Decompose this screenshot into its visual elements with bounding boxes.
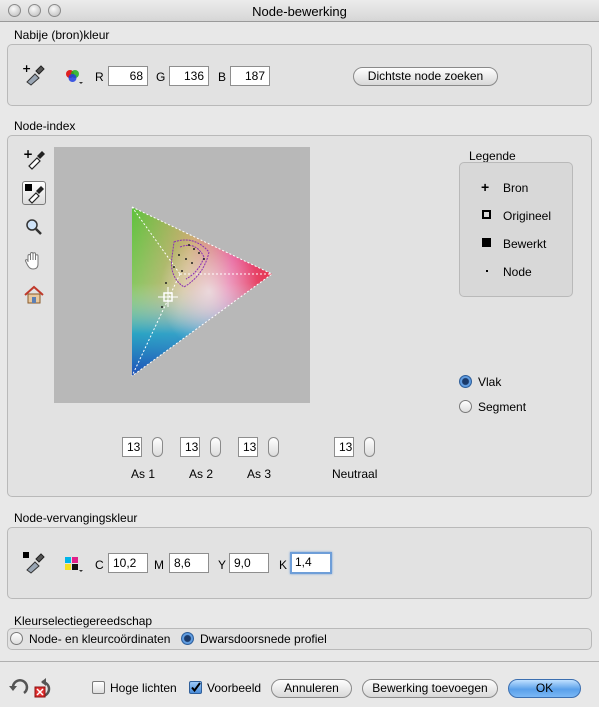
m-field[interactable]: 8,6	[169, 553, 209, 573]
original-marker-icon	[482, 210, 491, 219]
cross-section-profile-label: Dwarsdoorsnede profiel	[200, 632, 327, 646]
b-field[interactable]: 187	[230, 66, 270, 86]
b-label: B	[218, 70, 227, 84]
g-field[interactable]: 136	[169, 66, 209, 86]
view-option-segment-label: Segment	[478, 400, 527, 414]
home-icon[interactable]	[22, 283, 46, 307]
find-nearest-node-button[interactable]: Dichtste node zoeken	[353, 67, 498, 86]
k-field[interactable]: 1,4	[290, 552, 332, 574]
legend-title: Legende	[469, 149, 516, 163]
gamut-canvas[interactable]	[54, 147, 310, 403]
add-edit-button[interactable]: Bewerking toevoegen	[362, 679, 498, 698]
rgb-color-model-icon[interactable]	[64, 67, 84, 85]
axis-2-stepper[interactable]	[210, 437, 221, 457]
y-field[interactable]: 9,0	[229, 553, 269, 573]
view-option-segment-radio[interactable]	[459, 400, 472, 413]
undo-icon[interactable]	[8, 676, 30, 698]
axis-2-field[interactable]: 13	[180, 437, 200, 457]
legend-item-original: Origineel	[503, 209, 552, 223]
footer-divider	[0, 661, 599, 662]
neutral-field[interactable]: 13	[334, 437, 354, 457]
k-label: K	[279, 558, 288, 572]
selection-tool-label: Kleurselectiegereedschap	[14, 614, 153, 628]
m-label: M	[154, 558, 164, 572]
g-label: G	[156, 70, 166, 84]
window-title: Node-bewerking	[252, 4, 347, 19]
c-field[interactable]: 10,2	[108, 553, 148, 573]
cancel-button[interactable]: Annuleren	[271, 679, 352, 698]
axis-3-field[interactable]: 13	[238, 437, 258, 457]
node-color-coordinates-label: Node- en kleurcoördinaten	[29, 632, 171, 646]
cmyk-color-model-icon[interactable]	[64, 555, 84, 573]
add-eyedropper-icon[interactable]: +	[22, 147, 46, 171]
highlights-checkbox[interactable]	[92, 681, 105, 694]
legend-item-edited: Bewerkt	[503, 237, 547, 251]
axis-3-stepper[interactable]	[268, 437, 279, 457]
hand-icon[interactable]	[22, 249, 46, 273]
node-index-label: Node-index	[14, 119, 76, 133]
r-field[interactable]: 68	[108, 66, 148, 86]
replacement-eyedropper-icon[interactable]	[22, 551, 46, 575]
axis-3-label: As 3	[247, 467, 272, 481]
r-label: R	[95, 70, 104, 84]
axis-1-field[interactable]: 13	[122, 437, 142, 457]
svg-text:+: +	[22, 63, 31, 75]
axis-1-stepper[interactable]	[152, 437, 163, 457]
node-color-coordinates-radio[interactable]	[10, 632, 23, 645]
axis-1-label: As 1	[131, 467, 156, 481]
view-option-plane-radio[interactable]	[459, 375, 472, 388]
axis-2-label: As 2	[189, 467, 214, 481]
reset-icon[interactable]	[32, 676, 58, 700]
edited-marker-icon	[482, 238, 491, 247]
neutral-stepper[interactable]	[364, 437, 375, 457]
legend-item-node: Node	[503, 265, 532, 279]
source-eyedropper-icon[interactable]: +	[22, 62, 46, 87]
preview-label: Voorbeeld	[207, 681, 262, 695]
eyedropper-icon[interactable]	[22, 181, 46, 205]
ok-button[interactable]: OK	[508, 679, 581, 698]
preview-checkbox[interactable]	[189, 681, 202, 694]
zoom-icon[interactable]	[22, 215, 46, 239]
replacement-color-label: Node-vervangingskleur	[14, 511, 138, 525]
c-label: C	[95, 558, 104, 572]
svg-text:+: +	[23, 147, 33, 161]
source-color-label: Nabije (bron)kleur	[14, 28, 110, 42]
highlights-label: Hoge lichten	[110, 681, 177, 695]
legend-item-source: Bron	[503, 181, 529, 195]
y-label: Y	[218, 558, 227, 572]
source-marker-icon: +	[481, 179, 490, 195]
node-marker-icon	[486, 270, 488, 272]
view-option-plane-label: Vlak	[478, 375, 502, 389]
cross-section-profile-radio[interactable]	[181, 632, 194, 645]
neutral-label: Neutraal	[332, 467, 378, 481]
